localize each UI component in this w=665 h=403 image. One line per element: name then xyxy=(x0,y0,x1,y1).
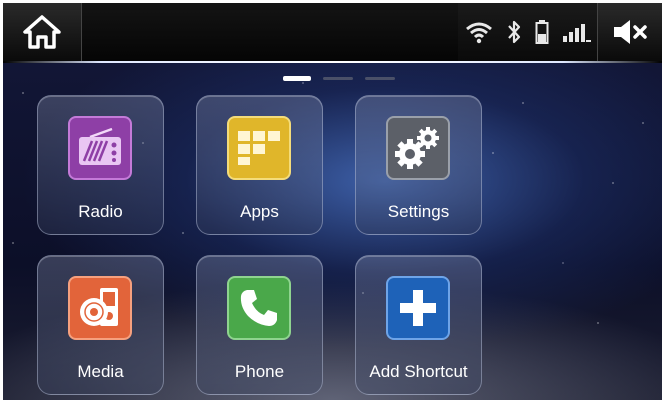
radio-label: Radio xyxy=(78,202,123,221)
media-label: Media xyxy=(77,362,124,381)
home-icon xyxy=(23,15,61,49)
add-shortcut-tile[interactable]: Add Shortcut xyxy=(355,255,482,395)
wifi-icon xyxy=(465,22,492,44)
page-dot-active[interactable] xyxy=(283,76,311,81)
head-unit-screen: Radio Apps Settings Media Phone Add Shor… xyxy=(3,3,662,400)
top-bar xyxy=(3,3,662,61)
apps-label: Apps xyxy=(240,202,279,221)
phone-tile[interactable]: Phone xyxy=(196,255,323,395)
phone-icon xyxy=(227,276,291,340)
bluetooth-icon xyxy=(507,20,520,44)
home-screen: Radio Apps Settings Media Phone Add Shor… xyxy=(3,63,662,400)
home-button[interactable] xyxy=(3,3,82,61)
add-shortcut-label: Add Shortcut xyxy=(369,362,468,381)
page-dot[interactable] xyxy=(323,77,353,80)
mute-button[interactable] xyxy=(597,3,662,61)
page-indicator xyxy=(283,76,395,81)
settings-label: Settings xyxy=(387,202,450,221)
radio-icon xyxy=(68,116,132,180)
status-area xyxy=(458,3,598,61)
media-tile[interactable]: Media xyxy=(37,255,164,395)
speaker-muted-icon xyxy=(614,20,647,44)
radio-tile[interactable]: Radio xyxy=(37,95,164,235)
apps-grid-icon xyxy=(227,116,291,180)
phone-label: Phone xyxy=(234,362,285,381)
signal-icon xyxy=(562,24,591,42)
page-dot[interactable] xyxy=(365,77,395,80)
plus-icon xyxy=(386,276,450,340)
gears-icon xyxy=(386,116,450,180)
settings-tile[interactable]: Settings xyxy=(355,95,482,235)
apps-tile[interactable]: Apps xyxy=(196,95,323,235)
battery-icon xyxy=(535,20,548,44)
media-icon xyxy=(68,276,132,340)
